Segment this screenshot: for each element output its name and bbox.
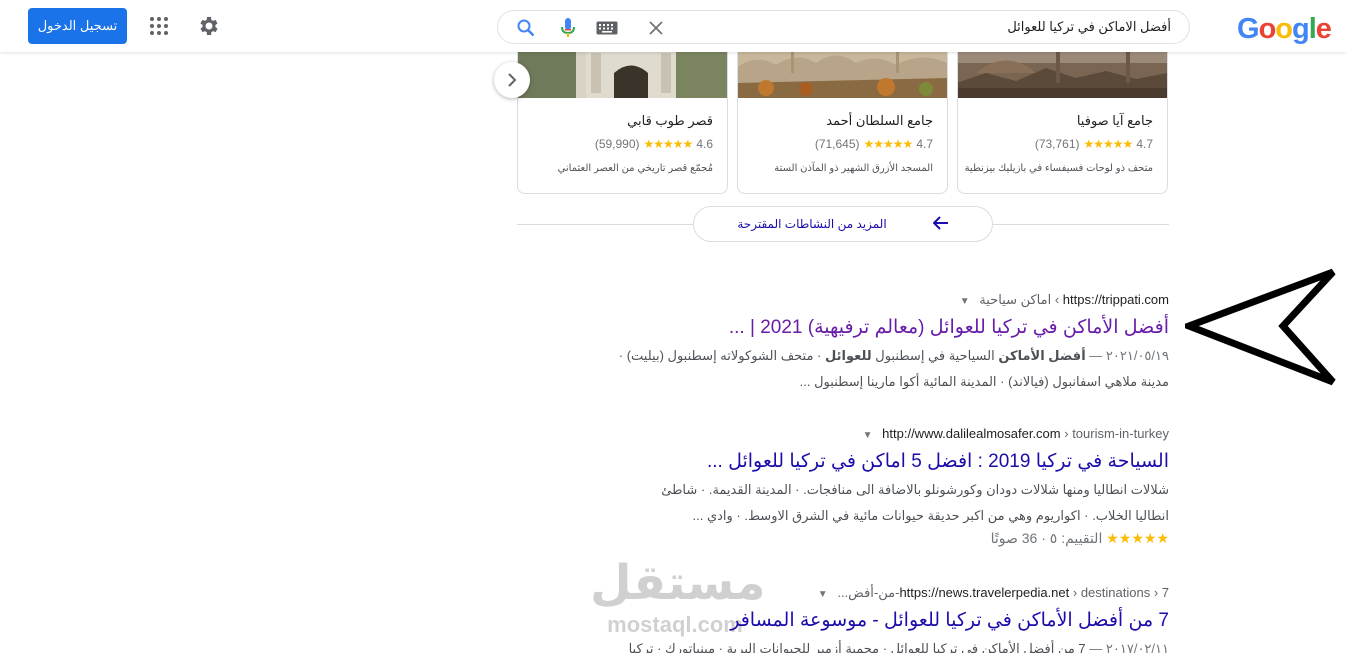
more-activities-label: المزيد من النشاطات المقترحة	[737, 217, 887, 231]
google-logo[interactable]: Google	[1237, 13, 1332, 46]
pointer-arrow-icon	[1185, 268, 1336, 386]
place-description: مُجمّع قصر تاريخي من العصر العثماني	[557, 163, 713, 174]
snippet-text: · متحف الشوكولاته إسطنبول (بيليت) ·	[618, 348, 822, 363]
dropdown-triangle-icon[interactable]: ▼	[863, 430, 873, 441]
rating-text: التقييم: ٥ · 36 صوتًا	[990, 530, 1103, 546]
place-card-topkapi[interactable]: قصر طوب قابي 4.6 ★★★★★ (59,990) مُجمّع ق…	[517, 42, 728, 194]
rating-value: 4.7	[916, 137, 933, 151]
snippet-text: مدينة ملاهي اسفانبول (فيالاند) · المدينة…	[799, 374, 1169, 389]
watermark-logo: مستقل mostaql.com	[590, 555, 766, 645]
snippet-bold: أفضل الأماكن	[998, 348, 1086, 363]
carousel-next-button[interactable]	[494, 62, 530, 98]
rating-value: 4.7	[1136, 137, 1153, 151]
mic-icon[interactable]	[558, 17, 578, 39]
header-bar: Google أفضل الاماكن في تركيا للعوائل تسج…	[0, 0, 1346, 52]
search-input[interactable]: أفضل الاماكن في تركيا للعوائل	[497, 10, 1190, 44]
result-url[interactable]: http://www.dalilealmosafer.com › tourism…	[517, 424, 1169, 444]
place-rating: 4.7 ★★★★★ (71,645)	[815, 137, 933, 151]
result-url[interactable]: https://trippati.com › اماكن سياحية ▼	[517, 290, 1169, 310]
chevron-right-icon	[508, 73, 517, 87]
star-rating-icon: ★★★★★	[1083, 137, 1134, 151]
snippet-text: شلالات انطاليا ومنها شلالات دودان وكورشو…	[661, 482, 1169, 497]
dropdown-triangle-icon[interactable]: ▼	[818, 589, 828, 600]
result-rating: ★★★★★ التقييم: ٥ · 36 صوتًا	[517, 530, 1170, 547]
result-title-link[interactable]: السياحة في تركيا 2019 : افضل 5 اماكن في …	[517, 448, 1169, 475]
logo-letter: o	[1275, 13, 1293, 45]
result-domain: https://news.travelerpedia.net	[899, 585, 1070, 600]
snippet-text: السياحية في إسطنبول	[875, 348, 995, 363]
rating-value: 4.6	[696, 137, 713, 151]
place-card-hagia-sophia[interactable]: جامع آيا صوفيا 4.7 ★★★★★ (73,761) متحف ذ…	[957, 42, 1168, 194]
star-rating-icon: ★★★★★	[863, 137, 914, 151]
result-path: › tourism-in-turkey	[1064, 426, 1169, 441]
result-domain: http://www.dalilealmosafer.com	[882, 426, 1061, 441]
star-rating-icon: ★★★★★	[643, 137, 694, 151]
result-title-link[interactable]: أفضل الأماكن في تركيا للعوائل (معالم ترف…	[517, 314, 1169, 341]
result-date: ٢٠١٧/٠٢/١١ —	[1089, 641, 1169, 653]
watermark-text: mostaql.com	[607, 612, 743, 637]
place-card-sultan-ahmed[interactable]: جامع السلطان أحمد 4.7 ★★★★★ (71,645) الم…	[737, 42, 948, 194]
gear-icon[interactable]	[197, 14, 221, 38]
review-count: (73,761)	[1034, 137, 1080, 151]
search-query-text[interactable]: أفضل الاماكن في تركيا للعوائل	[1007, 19, 1171, 35]
apps-icon[interactable]	[149, 16, 169, 36]
snippet-text: انطاليا الخلاب. · اكواريوم وهي من اكبر ح…	[692, 508, 1170, 523]
place-rating: 4.7 ★★★★★ (73,761)	[1035, 137, 1153, 151]
review-count: (71,645)	[814, 137, 860, 151]
snippet-bold: للعوائل	[825, 348, 872, 363]
arrow-left-icon	[932, 214, 949, 235]
logo-letter: G	[1237, 13, 1260, 45]
more-activities-button[interactable]: المزيد من النشاطات المقترحة	[693, 206, 993, 242]
keyboard-icon[interactable]	[596, 21, 618, 35]
clear-icon[interactable]	[646, 18, 666, 38]
result-snippet: ٢٠٢١/٠٥/١٩ — أفضل الأماكن السياحية في إس…	[517, 343, 1169, 395]
place-description: متحف ذو لوحات فسيفساء في بازيليك بيزنطية	[964, 163, 1153, 174]
result-path: › اماكن سياحية	[979, 292, 1060, 307]
search-icon[interactable]	[516, 18, 536, 38]
search-result: http://www.dalilealmosafer.com › tourism…	[517, 424, 1170, 547]
logo-letter: e	[1315, 13, 1332, 45]
place-title[interactable]: قصر طوب قابي	[627, 113, 713, 129]
result-date: ٢٠٢١/٠٥/١٩ —	[1089, 348, 1169, 363]
place-title[interactable]: جامع آيا صوفيا	[1077, 113, 1153, 129]
result-snippet: شلالات انطاليا ومنها شلالات دودان وكورشو…	[517, 477, 1169, 529]
dropdown-triangle-icon[interactable]: ▼	[960, 296, 970, 307]
place-rating: 4.6 ★★★★★ (59,990)	[595, 137, 713, 151]
star-rating-icon: ★★★★★	[1106, 530, 1170, 546]
watermark-text: مستقل	[590, 557, 766, 610]
logo-letter: g	[1292, 13, 1310, 45]
result-domain: https://trippati.com	[1062, 292, 1169, 307]
logo-letter: o	[1258, 13, 1277, 45]
signin-button[interactable]: تسجيل الدخول	[28, 8, 127, 44]
logo-letter: l	[1308, 13, 1317, 45]
place-title[interactable]: جامع السلطان أحمد	[826, 113, 933, 129]
search-result: https://trippati.com › اماكن سياحية ▼ أف…	[517, 290, 1169, 395]
review-count: (59,990)	[594, 137, 640, 151]
place-description: المسجد الأزرق الشهير ذو المآذن الستة	[774, 163, 933, 174]
